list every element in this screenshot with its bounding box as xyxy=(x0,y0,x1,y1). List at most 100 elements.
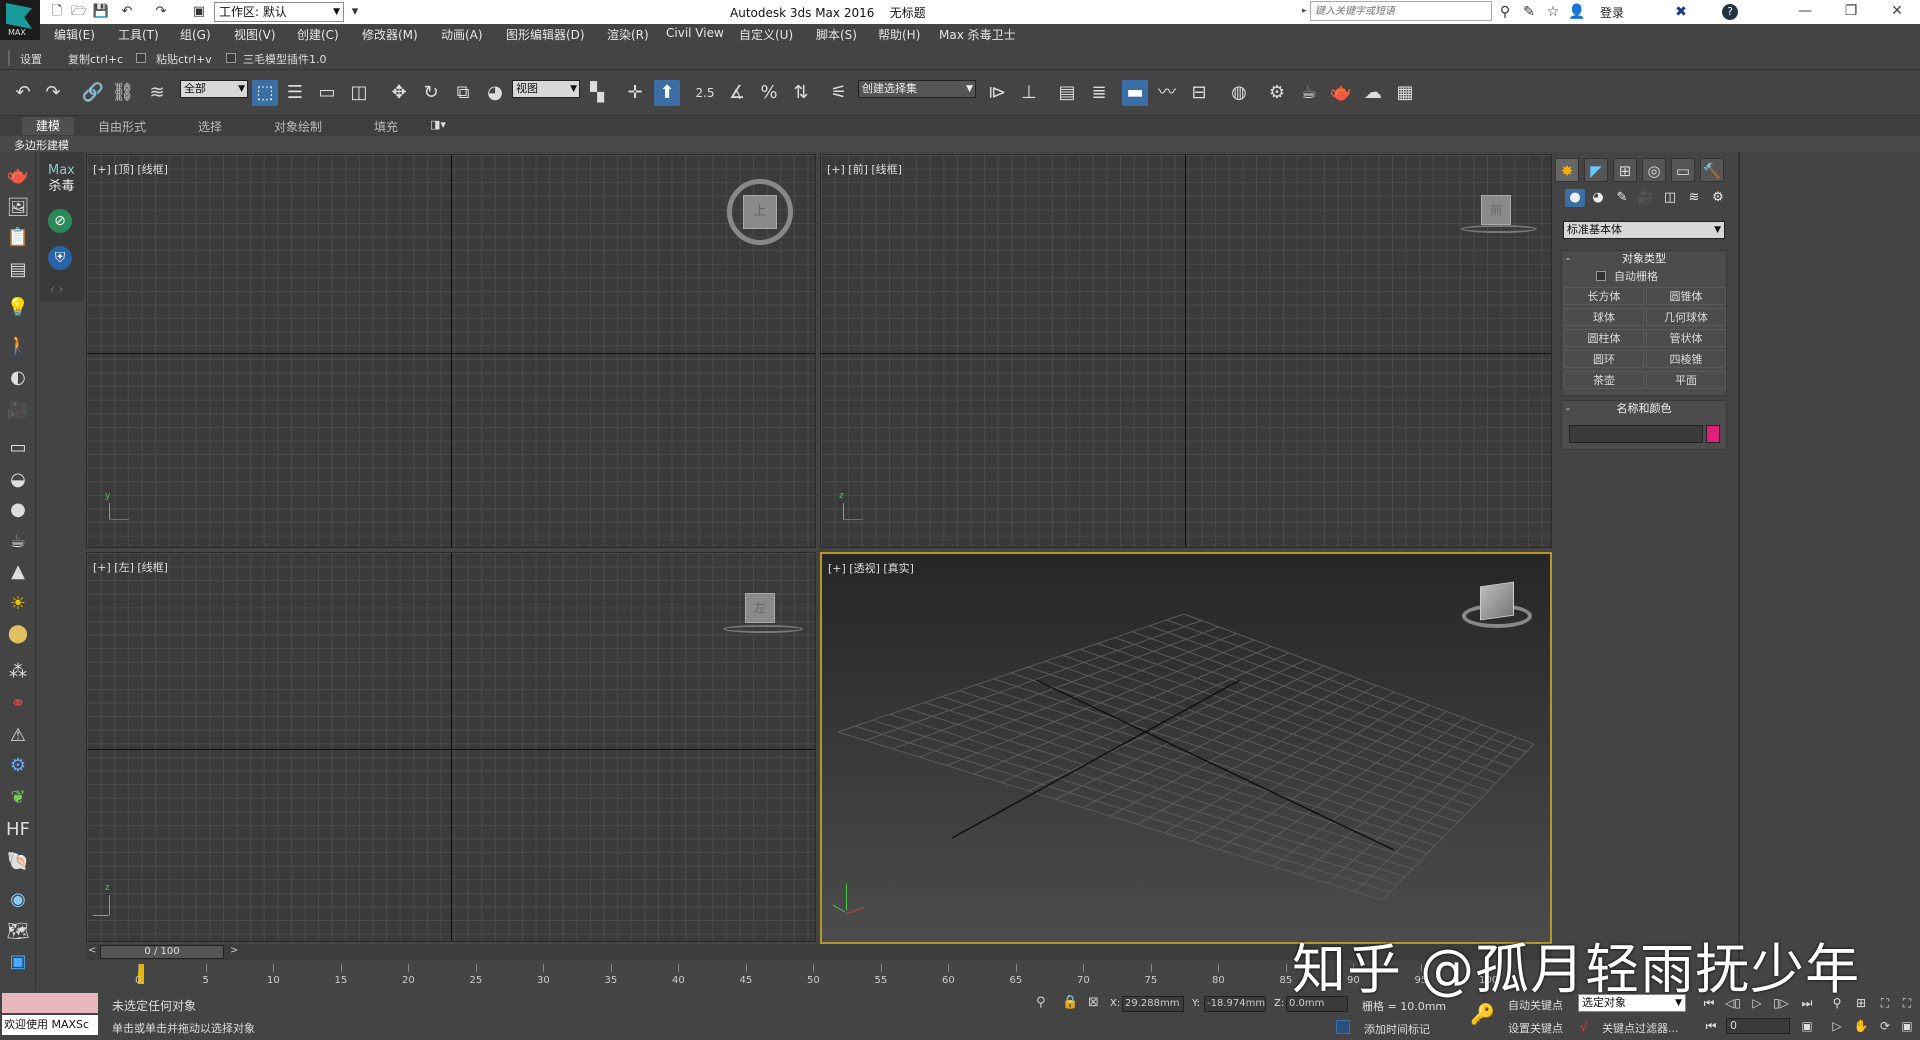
hemisphere-icon[interactable]: ◒ xyxy=(6,468,30,492)
time-slider-thumb[interactable]: 0 / 100 xyxy=(100,945,224,959)
redo-icon[interactable]: ↷ xyxy=(152,3,170,21)
menu-scripting[interactable]: 脚本(S) xyxy=(816,26,857,43)
isolate-selection-icon[interactable]: ⚲ xyxy=(1036,995,1046,1010)
selection-lock-icon[interactable]: 🔒 xyxy=(1062,995,1078,1010)
zoom-extents-all-icon[interactable]: ⛶ xyxy=(1898,994,1916,1012)
window-crossing-icon[interactable]: ◫ xyxy=(346,80,372,106)
tube-button[interactable]: 管状体 xyxy=(1646,329,1726,347)
add-time-tag-button[interactable]: 添加时间标记 xyxy=(1364,1021,1430,1037)
quick-access-menu-icon[interactable]: ▾ xyxy=(346,3,364,21)
menu-tools[interactable]: 工具(T) xyxy=(118,26,159,43)
autogrid-checkbox[interactable] xyxy=(1596,271,1606,281)
paste-checkbox[interactable] xyxy=(136,53,146,63)
hair-plugin-button[interactable]: 三毛模型插件1.0 xyxy=(243,51,327,67)
pyramid-button[interactable]: 四棱锥 xyxy=(1646,350,1726,368)
snaps-toggle-icon[interactable]: 2.5 xyxy=(692,80,718,106)
menu-edit[interactable]: 编辑(E) xyxy=(54,26,95,43)
restore-button[interactable]: ❐ xyxy=(1828,0,1874,24)
tab-object-paint[interactable]: 对象绘制 xyxy=(274,118,322,135)
space-warps-icon[interactable]: ≋ xyxy=(1684,189,1704,207)
tab-selection[interactable]: 选择 xyxy=(198,118,222,135)
cone-icon[interactable]: ▲ xyxy=(6,560,30,584)
favorites-star-icon[interactable]: ☆ xyxy=(1544,3,1562,21)
absolute-mode-icon[interactable]: ⊠ xyxy=(1088,995,1099,1010)
teapot-button[interactable]: 茶壶 xyxy=(1564,371,1644,389)
lights-icon[interactable]: ✎ xyxy=(1612,189,1632,207)
render-to-texture-icon[interactable]: ▦ xyxy=(1392,80,1418,106)
time-slider-next-icon[interactable]: > xyxy=(230,945,238,956)
key-filters-button[interactable]: 关键点过滤器... xyxy=(1602,1020,1679,1036)
cone-button[interactable]: 圆锥体 xyxy=(1646,287,1726,305)
viewcube-compass-ring[interactable] xyxy=(723,625,803,633)
menu-group[interactable]: 组(G) xyxy=(180,26,211,43)
x-coordinate-field[interactable]: 29.288mm xyxy=(1122,996,1184,1012)
time-configuration-icon[interactable]: ▣ xyxy=(1798,1017,1816,1035)
plant-icon[interactable]: ❦ xyxy=(6,786,30,810)
shapes-icon[interactable]: ◕ xyxy=(1588,189,1608,207)
name-color-header[interactable]: - 名称和颜色 xyxy=(1562,401,1726,417)
tab-utilities[interactable]: 🔨 xyxy=(1700,158,1724,182)
rendered-frame-window-icon[interactable]: ☕ xyxy=(1296,80,1322,106)
menu-max-antivirus[interactable]: Max 杀毒卫士 xyxy=(939,26,1016,43)
tab-modify[interactable]: ◤ xyxy=(1584,158,1608,182)
menu-views[interactable]: 视图(V) xyxy=(234,26,276,43)
antivirus-scan-icon[interactable]: ⊘ xyxy=(48,209,72,233)
bulb-icon[interactable]: 💡 xyxy=(6,296,30,320)
edit-named-selection-icon[interactable]: ⚟ xyxy=(826,80,852,106)
tab-populate[interactable]: 填充 xyxy=(374,118,398,135)
ribbon-options-icon[interactable]: ◨▾ xyxy=(430,118,446,131)
hair-plugin-checkbox[interactable] xyxy=(226,53,236,63)
rig-icon[interactable]: ⚠ xyxy=(6,724,30,748)
globe-icon[interactable]: ◉ xyxy=(6,888,30,912)
tab-display[interactable]: ▭ xyxy=(1671,158,1695,182)
scene-explorer-icon[interactable]: ▤ xyxy=(1054,80,1080,106)
clipboard-icon[interactable]: 📋 xyxy=(6,226,30,250)
object-name-field[interactable] xyxy=(1569,425,1703,443)
object-type-header[interactable]: - 对象类型 xyxy=(1562,251,1726,267)
tab-freeform[interactable]: 自由形式 xyxy=(98,118,146,135)
save-file-icon[interactable]: 💾 xyxy=(92,3,110,21)
spinner-snap-icon[interactable]: ⇅ xyxy=(788,80,814,106)
angle-snap-icon[interactable]: ∡ xyxy=(724,80,750,106)
move-icon[interactable]: ✥ xyxy=(386,80,412,106)
subscription-icon[interactable]: ✎ xyxy=(1520,3,1538,21)
pivot-center-icon[interactable]: ▚ xyxy=(584,80,610,106)
named-selection-dropdown[interactable]: 创建选择集 ▼ xyxy=(858,80,976,98)
select-manipulate-icon[interactable]: ✛ xyxy=(622,80,648,106)
viewcube[interactable]: 前 xyxy=(1481,195,1511,225)
viewport-label[interactable]: [+] [透视] [真实] xyxy=(828,560,914,576)
new-file-icon[interactable]: 🗋 xyxy=(48,3,66,21)
rotate-icon[interactable]: ↻ xyxy=(418,80,444,106)
link-icon[interactable]: 🔗 xyxy=(80,80,106,106)
menu-help[interactable]: 帮助(H) xyxy=(878,26,920,43)
viewport-left[interactable]: [+] [左] [线框] 左 z xyxy=(86,552,816,942)
maxscript-listener-input[interactable] xyxy=(2,993,98,1013)
orbit-icon[interactable]: ⟳ xyxy=(1876,1017,1894,1035)
viewport-label[interactable]: [+] [顶] [线框] xyxy=(93,161,168,177)
binoculars-icon[interactable]: ⚲ xyxy=(1496,3,1514,21)
viewcube-compass-ring[interactable] xyxy=(1461,225,1537,233)
align-icon[interactable]: ⊥ xyxy=(1016,80,1042,106)
cameras-icon[interactable]: 🎥 xyxy=(1636,189,1656,207)
walker-icon[interactable]: 🚶 xyxy=(6,334,30,358)
render-production-icon[interactable]: 🫖 xyxy=(1328,80,1354,106)
login-link[interactable]: 登录 xyxy=(1600,4,1624,21)
geosphere-button[interactable]: 几何球体 xyxy=(1646,308,1726,326)
sun-icon[interactable]: ☀ xyxy=(6,592,30,616)
percent-snap-icon[interactable]: % xyxy=(756,80,782,106)
redo-icon[interactable]: ↷ xyxy=(40,80,66,106)
reference-coordinate-dropdown[interactable]: 视图 ▼ xyxy=(512,80,580,98)
workspace-dropdown[interactable]: 工作区: 默认 ▼ xyxy=(214,2,344,22)
close-button[interactable]: ✕ xyxy=(1874,0,1920,24)
keyboard-shortcut-override-icon[interactable]: ⬆ xyxy=(654,80,680,106)
paste-button[interactable]: 粘贴ctrl+v xyxy=(156,51,212,67)
menu-modifiers[interactable]: 修改器(M) xyxy=(362,26,418,43)
hair-fur-icon[interactable]: HF xyxy=(6,818,30,842)
time-slider-prev-icon[interactable]: < xyxy=(88,945,96,956)
primitive-type-dropdown[interactable]: 标准基本体 ▼ xyxy=(1563,221,1725,239)
select-object-icon[interactable]: ⬚ xyxy=(252,80,278,106)
plane-icon[interactable]: ▭ xyxy=(6,436,30,460)
particles-icon[interactable]: ⁂ xyxy=(6,660,30,684)
field-of-view-icon[interactable]: ▷ xyxy=(1828,1017,1846,1035)
y-coordinate-field[interactable]: -18.974mm xyxy=(1204,996,1266,1012)
